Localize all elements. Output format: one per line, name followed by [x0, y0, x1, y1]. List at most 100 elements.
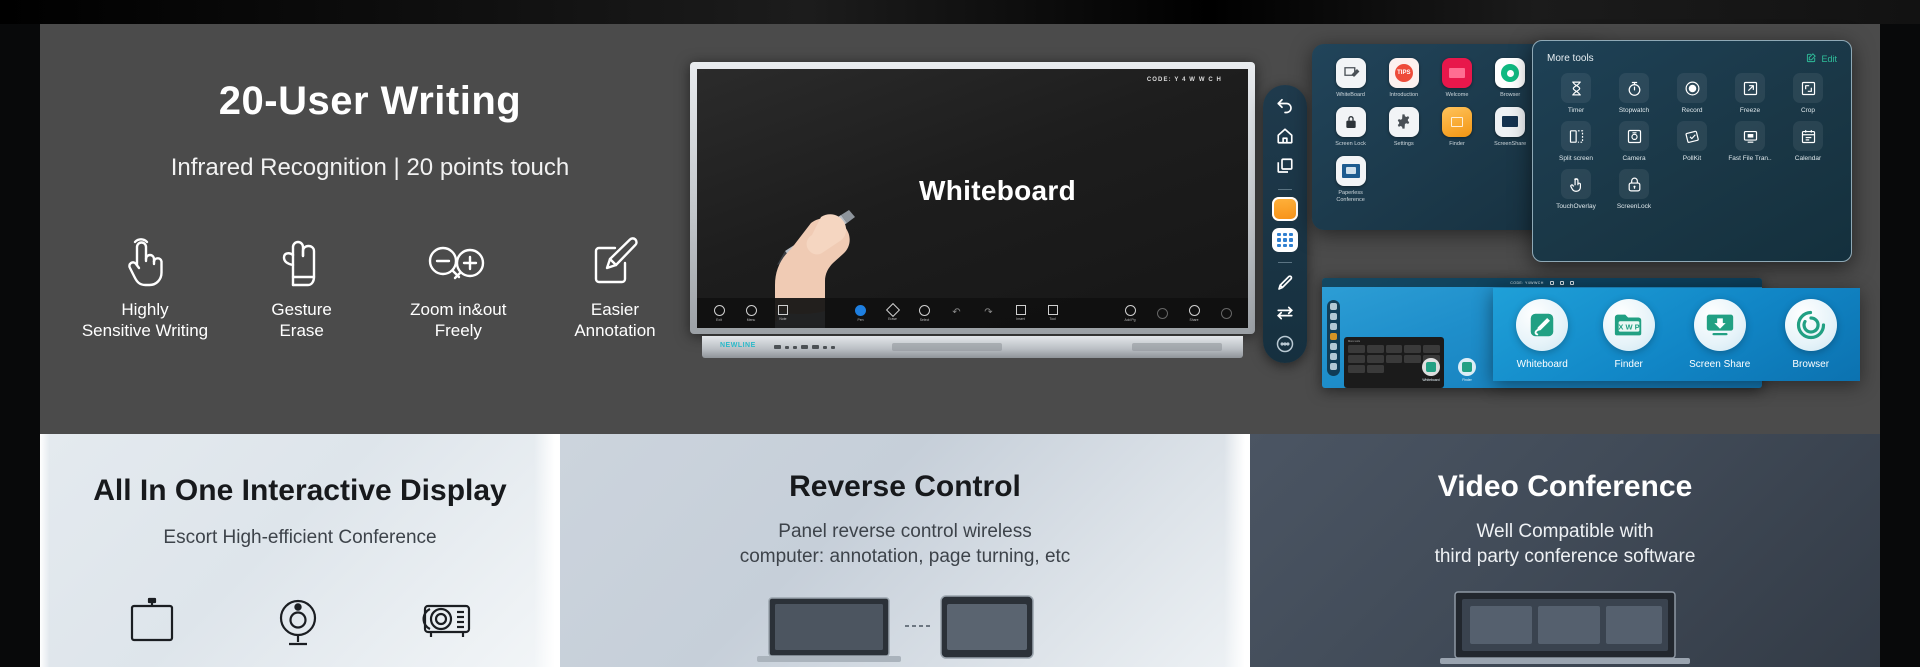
toolbar-add-page-button[interactable]: Add Pg — [1120, 304, 1140, 322]
more-tools-grid[interactable]: Timer Stopwatch Record Freeze Crop Split… — [1547, 73, 1837, 210]
shortcut-screen-share[interactable]: Screen Share — [1689, 299, 1750, 370]
toolbar-undo-button[interactable]: ↶ — [947, 308, 967, 318]
toolbar-close-button[interactable] — [1216, 307, 1236, 319]
back-icon[interactable] — [1272, 93, 1298, 117]
home-task-icon[interactable] — [1330, 323, 1337, 330]
apps-grid-icon[interactable] — [1272, 227, 1298, 253]
toolbar-note-button[interactable]: Note — [773, 305, 793, 321]
toolbar-redo-button[interactable]: ↷ — [979, 308, 999, 318]
home-quick-app-icon[interactable] — [1330, 333, 1337, 340]
card-icon-row — [40, 594, 560, 650]
app-item-whiteboard[interactable]: WhiteBoard — [1324, 58, 1377, 99]
whiteboard-toolbar[interactable]: Exit Menu Note Pen Erase Select ↶ ↷ Inse… — [697, 298, 1248, 328]
more-circle-icon[interactable] — [1272, 332, 1298, 356]
tool-label: TouchOverlay — [1556, 203, 1596, 210]
menu-icon — [745, 304, 757, 316]
tool-item-record[interactable]: Record — [1663, 73, 1721, 114]
feature-label: Gesture Erase — [271, 300, 332, 341]
app-label: Settings — [1393, 140, 1414, 147]
toolbar-share-button[interactable]: Share — [1184, 304, 1204, 322]
home-side-toolbar[interactable] — [1327, 300, 1340, 376]
tool-item-timer[interactable]: Timer — [1547, 73, 1605, 114]
shortcut-finder[interactable]: X W P Finder — [1602, 299, 1655, 370]
toolbar-insert-button[interactable]: Insert — [1011, 305, 1031, 321]
toolbar-page-count[interactable] — [1152, 307, 1172, 319]
home-pencil-icon[interactable] — [1330, 353, 1337, 360]
tool-label: Timer — [1567, 107, 1585, 114]
pencil-icon[interactable] — [1272, 271, 1298, 295]
app-item-screenshare[interactable]: ScreenShare — [1484, 106, 1537, 148]
app-label: Finder — [1449, 140, 1465, 147]
tool-item-camera[interactable]: Camera — [1605, 121, 1663, 162]
toolbar-label: Add Pg — [1124, 317, 1136, 322]
edit-button[interactable]: Edit — [1806, 52, 1837, 65]
port-icon — [801, 345, 808, 349]
app-item-settings[interactable]: Settings — [1377, 106, 1430, 148]
tool-item-split-screen[interactable]: Split screen — [1547, 121, 1605, 162]
tool-item-pollkit[interactable]: PollKit — [1663, 121, 1721, 162]
home-home-icon[interactable] — [1330, 313, 1337, 320]
toolbar-right-group[interactable]: Add Pg Share — [1120, 304, 1236, 322]
tool-item-screen-lock[interactable]: ScreenLock — [1605, 169, 1663, 210]
card-subtitle: Well Compatible with third party confere… — [1434, 521, 1696, 567]
toolbar-label: Menu — [746, 317, 756, 322]
toolbar-center-group[interactable]: Pen Erase Select ↶ ↷ Insert Tool — [851, 302, 1063, 322]
feature-label: Zoom in&out Freely — [410, 300, 507, 341]
display-screen[interactable]: CODE: Y 4 W W C H Whiteboard Exit Menu N… — [697, 69, 1248, 328]
shortcut-label: Finder — [1614, 359, 1643, 370]
toolbar-left-group[interactable]: Exit Menu Note — [709, 304, 793, 322]
toolbar-select-button[interactable]: Select — [915, 304, 935, 322]
toolbar-label: Exit — [716, 317, 722, 322]
tool-item-crop[interactable]: Crop — [1779, 73, 1837, 114]
toolbar-exit-button[interactable]: Exit — [709, 304, 729, 322]
shortcut-label: Whiteboard — [1516, 359, 1568, 370]
shortcut-browser[interactable]: Browser — [1784, 299, 1837, 370]
more-tools-panel[interactable]: More tools Edit Timer Stopwatch Record F… — [1532, 40, 1852, 262]
finder-folder-icon: X W P — [1602, 299, 1655, 351]
task-switch-icon[interactable] — [1272, 155, 1298, 179]
toolbar-eraser-button[interactable]: Erase — [883, 302, 903, 321]
home-more-icon[interactable] — [1330, 363, 1337, 370]
tool-item-stopwatch[interactable]: Stopwatch — [1605, 73, 1663, 114]
screen-share-icon — [1693, 299, 1746, 351]
app-item-finder[interactable]: Finder — [1430, 106, 1483, 148]
select-icon — [919, 304, 930, 316]
app-item-introduction[interactable]: TIPS Introduction — [1377, 58, 1430, 99]
toolbar-label: Select — [919, 317, 930, 322]
app-label: Introduction — [1389, 92, 1419, 98]
home-dock-label: Finder — [1462, 378, 1472, 382]
tools-icon — [1047, 305, 1058, 315]
tool-item-touch-overlay[interactable]: TouchOverlay — [1547, 169, 1605, 210]
toolbar-tool-button[interactable]: Tool — [1043, 305, 1063, 321]
tool-label: Camera — [1622, 155, 1646, 162]
tool-item-freeze[interactable]: Freeze — [1721, 73, 1779, 114]
home-back-icon[interactable] — [1330, 303, 1337, 310]
browser-app-icon — [1495, 58, 1526, 88]
feature-zoom-in-out: Zoom in&out Freely — [383, 229, 533, 342]
app-item-welcome[interactable]: Welcome — [1430, 58, 1483, 99]
record-icon — [1677, 73, 1707, 103]
tool-item-fast-file-transfer[interactable]: Fast File Tran.. — [1721, 121, 1779, 162]
app-label: Browser — [1500, 92, 1521, 98]
app-item-browser[interactable]: Browser — [1484, 58, 1537, 99]
toolbar-divider — [1274, 260, 1296, 265]
app-item-paperless-conference[interactable]: Paperless Conference — [1324, 155, 1377, 204]
shortcut-whiteboard[interactable]: Whiteboard — [1516, 299, 1569, 370]
pen-icon — [855, 304, 866, 316]
vertical-side-toolbar[interactable] — [1263, 85, 1307, 363]
app-orange-icon[interactable] — [1272, 196, 1298, 221]
home-dock-item[interactable]: Finder — [1458, 358, 1476, 382]
toolbar-menu-button[interactable]: Menu — [741, 304, 761, 322]
home-icon[interactable] — [1272, 124, 1298, 148]
toolbar-pen-button[interactable]: Pen — [851, 304, 871, 322]
hero-title: 20-User Writing — [218, 79, 522, 123]
shortcut-overlay[interactable]: Whiteboard X W P Finder Screen Share Bro… — [1493, 288, 1860, 381]
pollkit-icon — [1677, 121, 1707, 151]
transfer-icon[interactable] — [1272, 301, 1298, 325]
app-item-screen-lock[interactable]: Screen Lock — [1324, 106, 1377, 148]
tool-item-calendar[interactable]: Calendar — [1779, 121, 1837, 162]
glove-icon — [281, 229, 323, 287]
home-dock-item[interactable]: Whiteboard — [1422, 358, 1440, 382]
screen-lock-icon — [1619, 169, 1649, 199]
home-apps-icon[interactable] — [1330, 343, 1337, 350]
